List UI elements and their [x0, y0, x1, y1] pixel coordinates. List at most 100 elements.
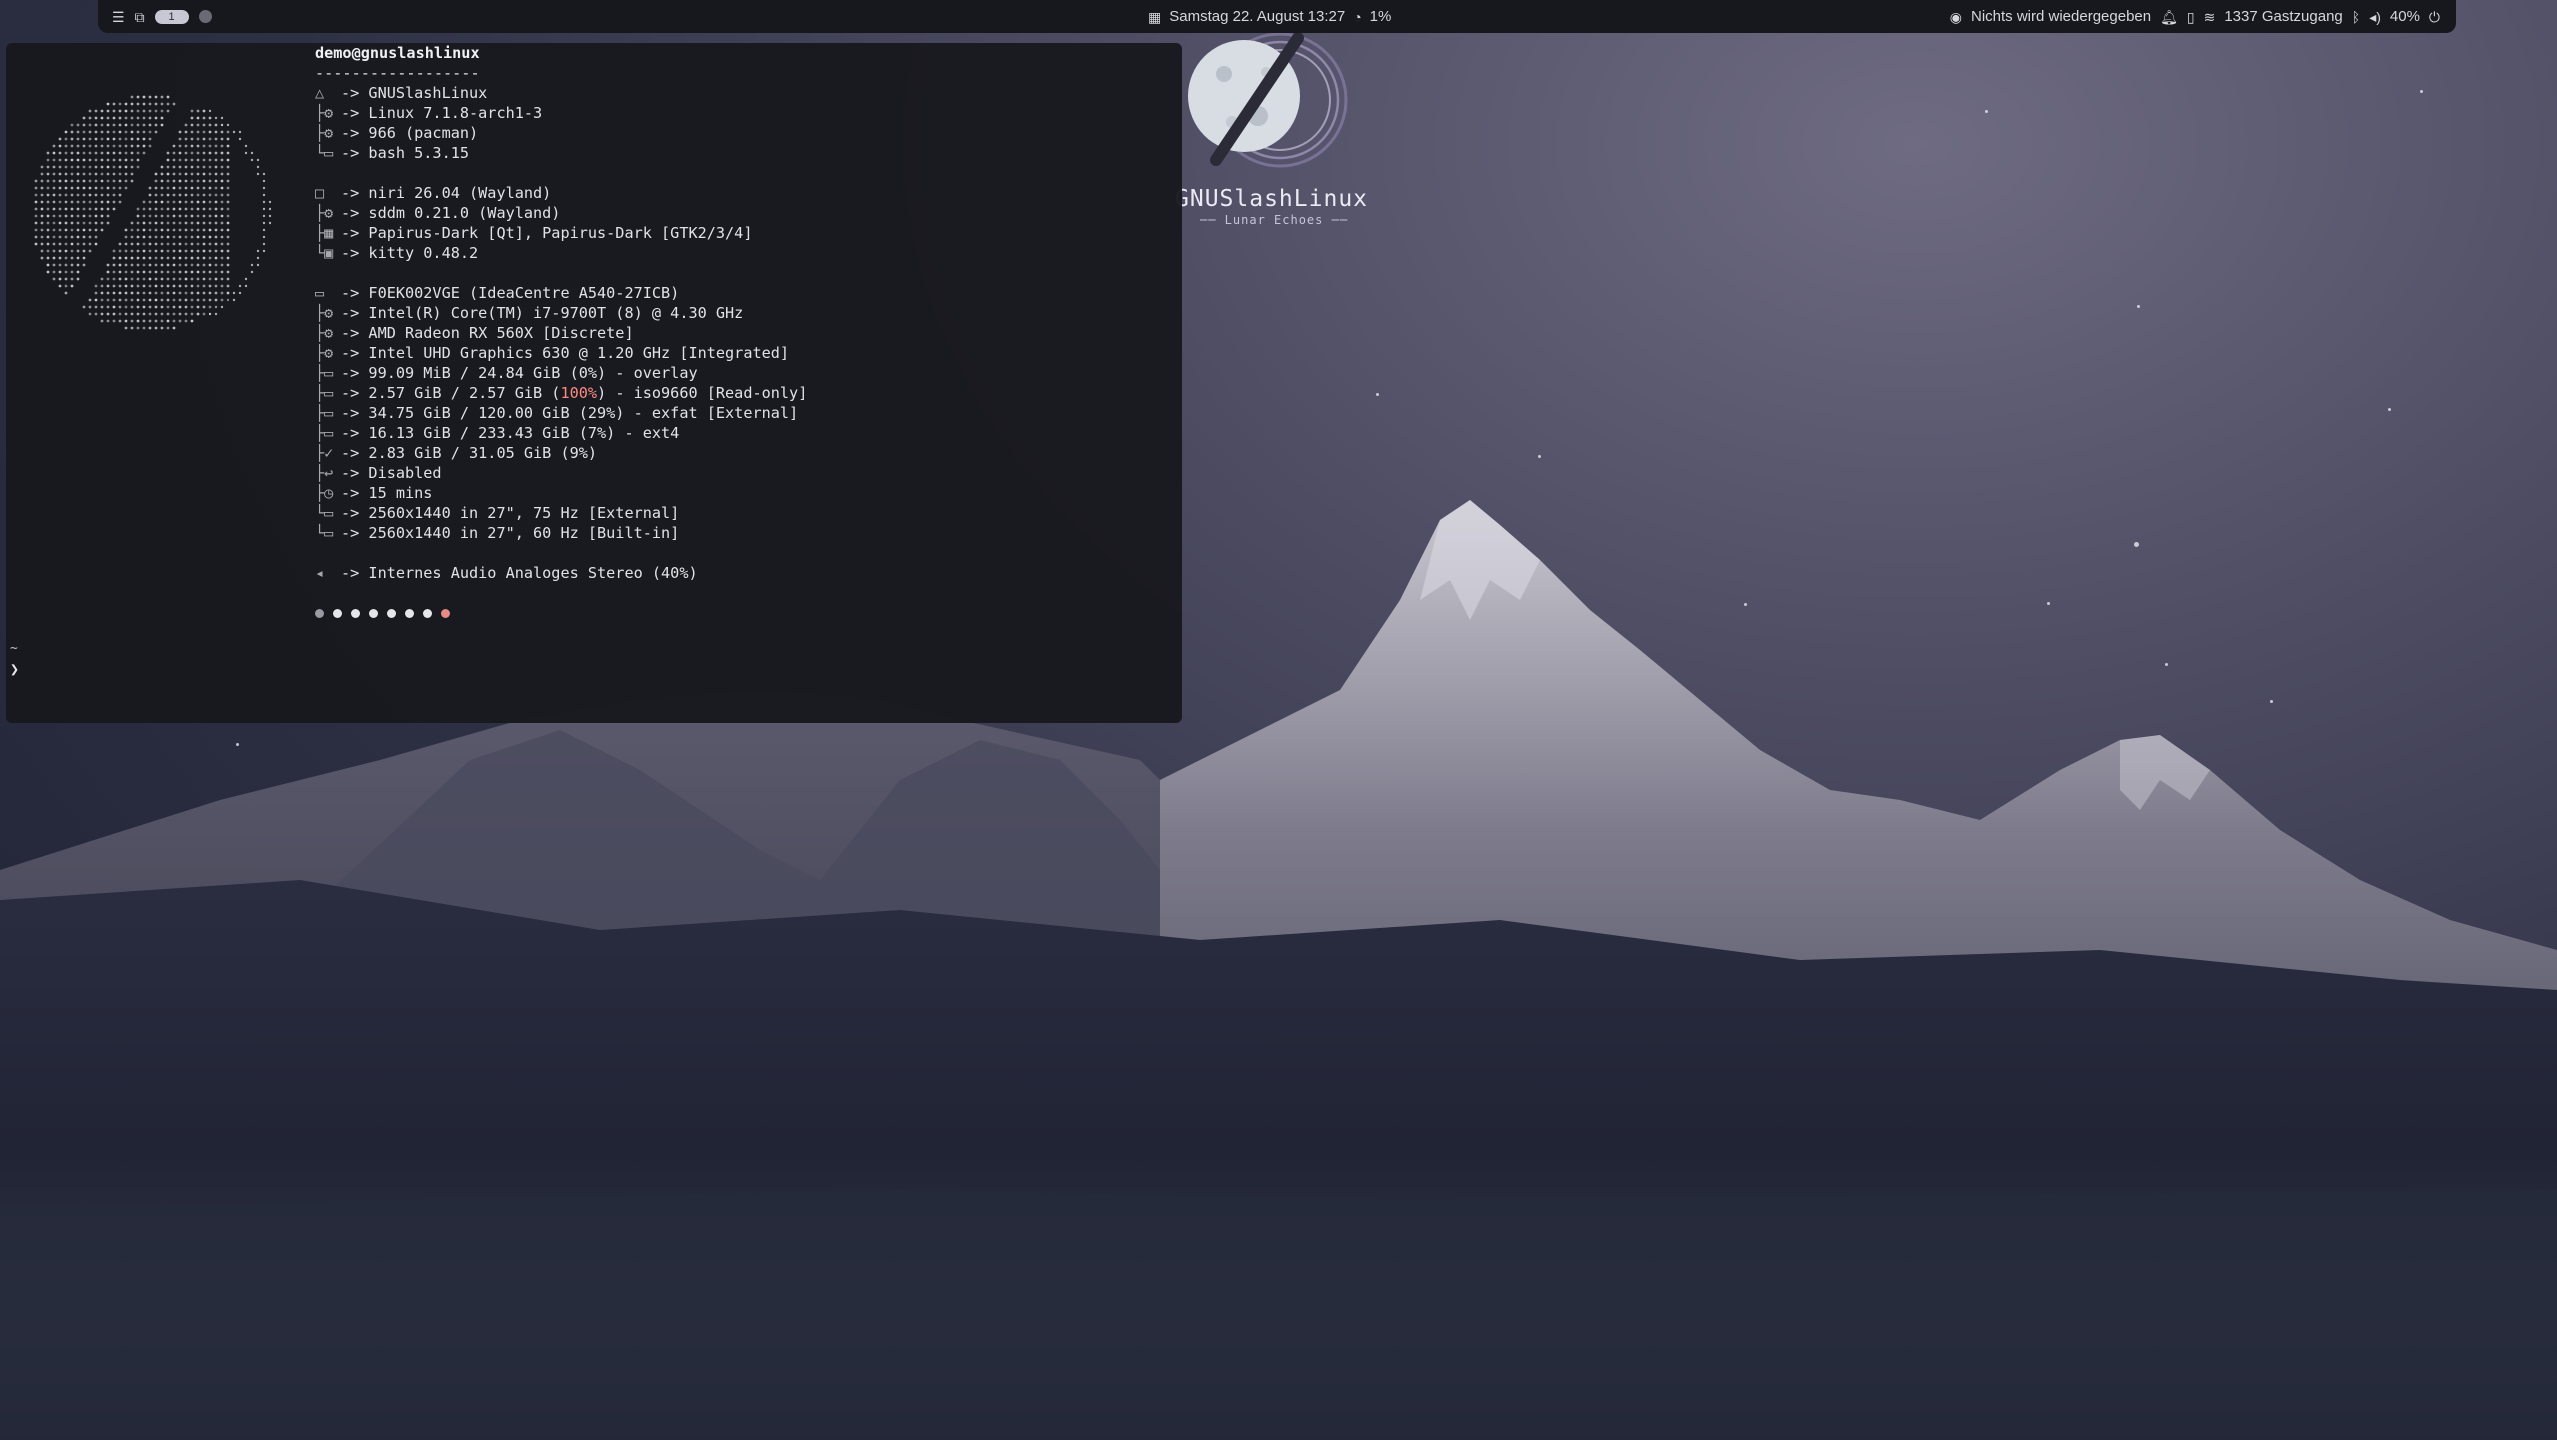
ascii-dot	[65, 236, 68, 239]
terminal-window[interactable]: demo@gnuslashlinux ------------------ △ -…	[6, 43, 1182, 723]
ascii-dot	[77, 236, 80, 239]
ascii-dot	[137, 110, 140, 113]
wifi-network[interactable]: 1337 Gastzugang	[2224, 8, 2342, 25]
ascii-dot	[77, 180, 80, 183]
ascii-dot	[59, 145, 62, 148]
ascii-dot	[155, 215, 158, 218]
ascii-dot	[71, 124, 74, 127]
ascii-dot	[203, 187, 206, 190]
ascii-dot	[113, 285, 116, 288]
wifi-icon[interactable]: ≋	[2204, 10, 2216, 24]
ascii-dot	[113, 103, 116, 106]
ascii-dot	[179, 243, 182, 246]
ascii-dot	[125, 124, 128, 127]
ascii-dot	[89, 159, 92, 162]
ascii-dot	[53, 145, 56, 148]
ascii-dot	[107, 194, 110, 197]
ascii-dot	[137, 117, 140, 120]
ascii-dot	[185, 187, 188, 190]
ascii-dot	[161, 236, 164, 239]
ascii-dot	[47, 271, 50, 274]
ascii-dot	[95, 313, 98, 316]
ascii-dot	[263, 208, 265, 210]
ascii-dot	[107, 173, 110, 176]
bluetooth-icon[interactable]: ᛒ	[2352, 10, 2360, 24]
ascii-dot	[155, 271, 158, 274]
ascii-dot	[59, 250, 62, 253]
ascii-dot	[197, 194, 200, 197]
window-overview-icon[interactable]: ⧉	[135, 10, 145, 24]
ascii-dot	[53, 194, 56, 197]
ascii-dot	[83, 306, 86, 309]
ascii-dot	[203, 264, 206, 267]
ascii-dot	[191, 250, 194, 253]
ascii-dot	[191, 166, 194, 169]
ascii-dot	[191, 117, 194, 120]
ascii-dot	[173, 264, 176, 267]
ascii-dot	[131, 180, 134, 183]
volume-icon[interactable]: ◂)	[2369, 10, 2381, 24]
ascii-dot	[83, 229, 86, 232]
ascii-dot	[185, 278, 188, 281]
ascii-dot	[167, 264, 170, 267]
ascii-dot	[83, 166, 86, 169]
ascii-dot	[101, 145, 104, 148]
ascii-dot	[107, 222, 110, 225]
menu-icon[interactable]: ☰	[112, 10, 125, 24]
ascii-dot	[95, 229, 98, 232]
ascii-dot	[149, 243, 152, 246]
ascii-dot	[179, 208, 182, 211]
ascii-dot	[143, 236, 146, 239]
ascii-dot	[221, 208, 224, 211]
ascii-dot	[197, 306, 200, 309]
ascii-dot	[47, 264, 50, 267]
ascii-dot	[143, 208, 146, 211]
ascii-dot	[185, 250, 188, 253]
ascii-dot	[209, 215, 212, 218]
ascii-dot	[59, 222, 62, 225]
workspace-1[interactable]: 1	[155, 10, 189, 24]
ascii-dot	[221, 306, 223, 308]
ascii-dot	[71, 138, 74, 141]
disk-icon: ├▭	[315, 383, 341, 403]
ascii-dot	[143, 222, 146, 225]
ascii-dot	[65, 159, 68, 162]
ascii-dot	[143, 327, 146, 330]
ascii-dot	[77, 187, 80, 190]
power-icon[interactable]: ⏻	[2429, 10, 2440, 24]
ascii-dot	[119, 313, 122, 316]
ascii-dot	[59, 138, 62, 141]
ascii-dot	[197, 215, 200, 218]
media-status[interactable]: Nichts wird wiedergegeben	[1971, 8, 2151, 25]
ascii-dot	[59, 187, 62, 190]
ascii-dot	[221, 278, 224, 281]
ascii-dot	[101, 313, 104, 316]
ascii-dot	[203, 166, 206, 169]
ascii-dot	[95, 222, 98, 225]
ascii-dot	[161, 271, 164, 274]
clock[interactable]: Samstag 22. August 13:27	[1169, 8, 1345, 25]
ascii-dot	[125, 173, 128, 176]
ascii-dot	[107, 103, 110, 106]
ascii-dot	[71, 194, 74, 197]
ascii-dot	[263, 173, 265, 175]
prompt-symbol[interactable]: ❯	[10, 660, 19, 678]
ascii-dot	[209, 180, 212, 183]
ascii-dot	[191, 215, 194, 218]
workspace-2[interactable]	[199, 10, 212, 23]
ascii-dot	[221, 166, 224, 169]
ascii-dot	[125, 292, 128, 295]
ascii-dot	[167, 215, 170, 218]
ascii-dot	[167, 180, 170, 183]
ascii-dot	[35, 229, 38, 232]
volume-level[interactable]: 40%	[2390, 8, 2420, 25]
bell-icon[interactable]: 🔔︎	[2160, 10, 2178, 24]
ascii-dot	[143, 299, 146, 302]
ascii-dot	[167, 201, 170, 204]
ascii-dot	[155, 327, 158, 330]
ascii-dot	[221, 250, 224, 253]
ascii-dot	[131, 159, 134, 162]
ascii-dot	[161, 124, 164, 127]
ascii-dot	[155, 278, 158, 281]
clipboard-icon[interactable]: ▯	[2187, 10, 2195, 24]
